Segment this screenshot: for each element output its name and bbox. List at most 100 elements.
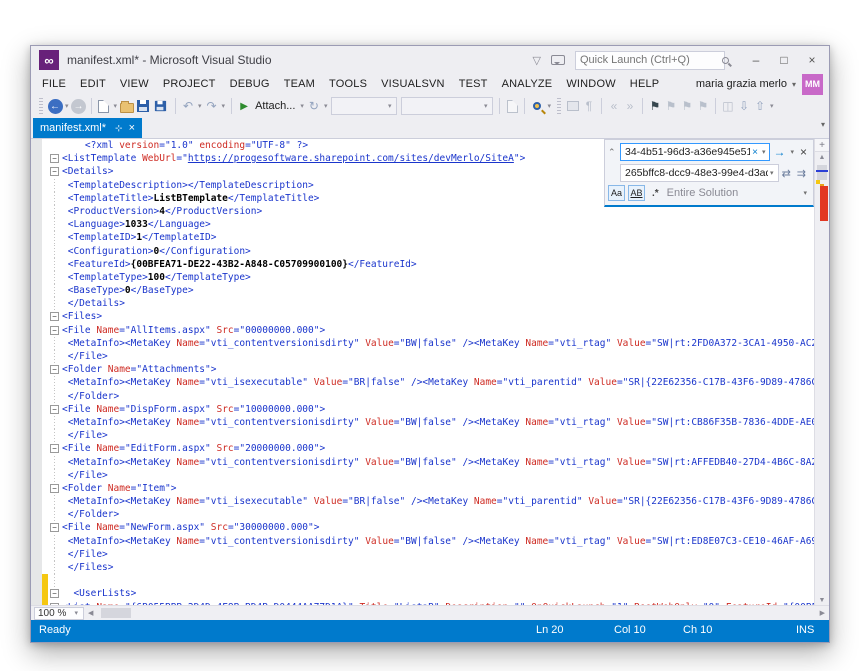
code-line[interactable]: <FeatureId>{00BFEA71-DE22-43B2-A848-C057… (31, 257, 814, 272)
indicator-margin[interactable] (31, 218, 42, 231)
redo-button[interactable]: ↷ (204, 97, 220, 115)
undo-button[interactable]: ↶ (180, 97, 196, 115)
fold-collapse-toggle[interactable]: − (50, 154, 59, 164)
code-line[interactable]: <MetaInfo><MetaKey Name="vti_contentvers… (31, 415, 814, 430)
format-icon[interactable]: ¶ (581, 97, 597, 115)
outdent-icon[interactable]: « (606, 97, 622, 115)
replace-history-dropdown-icon[interactable]: ▾ (768, 169, 776, 177)
indicator-margin[interactable] (31, 271, 42, 284)
code-line[interactable]: − <Folder Name="Attachments"> (31, 363, 814, 376)
code-line[interactable]: </Files> (31, 561, 814, 575)
indicator-margin[interactable] (31, 231, 42, 244)
refresh-button[interactable]: ↻ (306, 97, 322, 115)
fold-collapse-toggle[interactable]: − (50, 523, 59, 533)
indicator-margin[interactable] (31, 165, 42, 178)
feedback-filter-icon[interactable]: ▽ (533, 54, 541, 67)
indicator-margin[interactable] (31, 139, 42, 152)
find-next-button[interactable]: → (770, 145, 788, 159)
toolbar-grip[interactable] (39, 98, 43, 114)
find-next-dropdown-icon[interactable]: ▾ (788, 148, 796, 156)
refresh-dropdown-icon[interactable]: ▾ (322, 102, 330, 110)
code-text[interactable]: </Details> (62, 297, 814, 310)
back-dropdown-icon[interactable]: ▾ (63, 102, 71, 110)
move-down-icon[interactable]: ⇩ (736, 97, 752, 115)
save-button[interactable] (135, 97, 151, 115)
indicator-margin[interactable] (31, 535, 42, 548)
code-line[interactable]: </Folder> (31, 389, 814, 403)
zoom-dropdown-icon[interactable]: ▾ (72, 609, 80, 617)
code-text[interactable]: <File Name="DispForm.aspx" Src="10000000… (62, 403, 814, 416)
indicator-margin[interactable] (31, 508, 42, 521)
replace-input-box[interactable]: 265bffc8-dcc9-48e3-99e4-d3ad1 ▾ (620, 164, 779, 182)
minimize-button[interactable]: – (745, 53, 767, 67)
fold-collapse-toggle[interactable]: − (50, 325, 59, 335)
code-line[interactable]: <MetaInfo><MetaKey Name="vti_contentvers… (31, 336, 814, 351)
code-text[interactable]: </File> (62, 548, 814, 561)
code-line[interactable]: <MetaInfo><MetaKey Name="vti_isexecutabl… (31, 376, 814, 390)
find-in-files-button[interactable] (529, 97, 545, 115)
debug-target-combobox[interactable]: ▾ (331, 97, 398, 115)
horizontal-scroll-thumb[interactable] (101, 608, 132, 618)
indicator-margin[interactable] (31, 429, 42, 442)
fold-collapse-toggle[interactable]: − (50, 483, 59, 493)
regex-toggle[interactable]: .* (652, 188, 659, 199)
code-text[interactable]: </File> (62, 469, 814, 482)
menu-view[interactable]: VIEW (113, 76, 156, 92)
code-line[interactable]: </File> (31, 350, 814, 364)
search-history-dropdown-icon[interactable]: ▾ (760, 148, 768, 156)
zoom-selector[interactable]: 100 % ▾ (34, 606, 84, 620)
code-text[interactable]: <TemplateType>100</TemplateType> (62, 271, 814, 284)
pin-icon[interactable]: ⊹ (115, 123, 123, 134)
indicator-margin[interactable] (31, 416, 42, 429)
code-text[interactable]: <MetaInfo><MetaKey Name="vti_contentvers… (62, 416, 814, 429)
indicator-margin[interactable] (31, 350, 42, 363)
move-up-icon[interactable]: ⇧ (752, 97, 768, 115)
code-lines[interactable]: <?xml version="1.0" encoding="UTF-8" ?> −… (31, 139, 814, 605)
indicator-margin[interactable] (31, 495, 42, 508)
indicator-margin[interactable] (31, 258, 42, 271)
code-line[interactable]: <BaseType>0</BaseType> (31, 284, 814, 298)
scroll-left-icon[interactable]: ◀ (84, 609, 97, 617)
code-text[interactable]: <Folder Name="Attachments"> (62, 363, 814, 376)
maximize-button[interactable]: □ (773, 53, 795, 67)
bookmark-button[interactable]: ⚑ (647, 97, 663, 115)
code-line[interactable]: − <Folder Name="Item"> (31, 482, 814, 495)
fold-collapse-toggle[interactable]: − (50, 365, 59, 375)
code-line[interactable]: − <UserLists> (31, 587, 814, 601)
code-line[interactable]: <Configuration>0</Configuration> (31, 244, 814, 258)
code-text[interactable]: </File> (62, 429, 814, 442)
indicator-margin[interactable] (31, 561, 42, 574)
indicator-margin[interactable] (31, 363, 42, 376)
collapse-replace-icon[interactable]: ⌃ (608, 147, 620, 158)
navigate-forward-button[interactable]: → (71, 97, 87, 115)
indicator-margin[interactable] (31, 587, 42, 600)
quick-launch-input[interactable] (580, 54, 722, 66)
indicator-margin[interactable] (31, 548, 42, 561)
code-line[interactable]: <TemplateID>1</TemplateID> (31, 231, 814, 245)
indicator-margin[interactable] (31, 192, 42, 205)
avatar[interactable]: MM (802, 73, 823, 95)
menu-edit[interactable]: EDIT (73, 76, 113, 92)
indicator-margin[interactable] (31, 574, 42, 587)
code-text[interactable]: </File> (62, 350, 814, 363)
code-line[interactable] (31, 574, 814, 588)
account-name[interactable]: maria grazia merlo (696, 78, 787, 90)
code-line[interactable]: <MetaInfo><MetaKey Name="vti_contentvers… (31, 455, 814, 469)
open-file-button[interactable] (119, 97, 135, 115)
feedback-bubble-icon[interactable] (551, 55, 565, 65)
split-handle[interactable]: + (815, 139, 829, 152)
menu-tools[interactable]: TOOLS (322, 76, 374, 92)
code-text[interactable]: <TemplateID>1</TemplateID> (62, 231, 814, 244)
whole-word-toggle[interactable]: AB (628, 185, 645, 201)
vertical-scroll-thumb[interactable] (817, 165, 827, 180)
code-text[interactable]: <File Name="EditForm.aspx" Src="20000000… (62, 442, 814, 455)
indicator-margin[interactable] (31, 324, 42, 337)
indicator-margin[interactable] (31, 297, 42, 310)
new-file-button[interactable] (96, 97, 112, 115)
menu-project[interactable]: PROJECT (156, 76, 223, 92)
vertical-scrollbar[interactable]: + ▲ ▼ (814, 139, 829, 605)
indicator-margin[interactable] (31, 442, 42, 455)
scroll-up-icon[interactable]: ▲ (815, 154, 829, 161)
code-text[interactable] (62, 574, 814, 587)
horizontal-scroll-track[interactable] (97, 606, 815, 620)
